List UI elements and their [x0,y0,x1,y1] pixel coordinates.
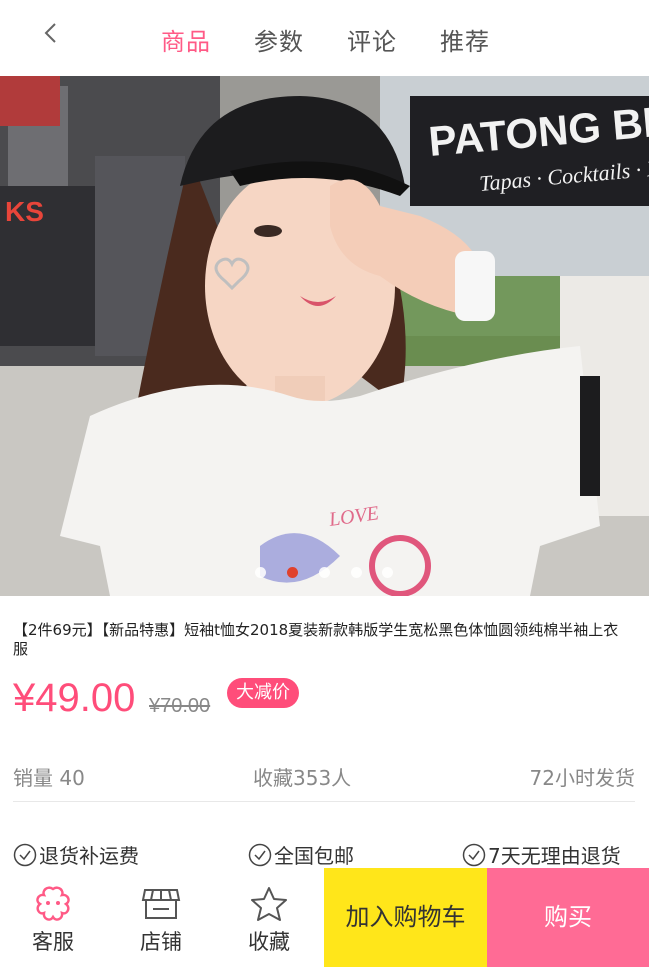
service-item: 退货补运费 [13,840,139,869]
check-circle-icon [13,843,37,866]
carousel-dots [0,567,649,583]
customer-service-button[interactable]: 客服 [13,868,93,967]
carousel-dot[interactable] [351,567,362,578]
current-price: ¥49.00 [13,676,136,720]
service-guarantees: 退货补运费 全国包邮 7天无理由退货 [13,840,635,870]
discount-badge: 大减价 [227,678,299,708]
service-item: 全国包邮 [248,840,354,869]
tab-params[interactable]: 参数 [254,22,304,57]
bottom-action-bar: 客服 店铺 收藏 加入购物车 购买 [0,868,649,967]
tab-reviews[interactable]: 评论 [347,22,397,57]
carousel-dot[interactable] [255,567,266,578]
buy-now-button[interactable]: 购买 [487,868,649,967]
shop-button[interactable]: 店铺 [121,868,201,967]
tab-recommend[interactable]: 推荐 [440,22,490,57]
product-photo: KS PATONG BEACH Tapas · Cocktails · M LO… [0,76,649,596]
service-label: 退货补运费 [39,844,139,868]
service-label: 全国包邮 [274,844,354,868]
carousel-dot-active[interactable] [287,567,298,578]
shipping-time: 72小时发货 [529,766,635,790]
sales-count: 销量 40 [13,766,85,790]
tab-product[interactable]: 商品 [161,22,211,57]
original-price: ¥70.00 [149,695,211,717]
tab-bar: 商品 参数 评论 推荐 [0,0,649,76]
favorites-count: 收藏353人 [253,766,352,790]
service-label: 7天无理由退货 [488,844,621,868]
service-item: 7天无理由退货 [462,840,621,869]
check-circle-icon [462,843,486,866]
product-image-carousel[interactable]: KS PATONG BEACH Tapas · Cocktails · M LO… [0,76,649,596]
product-stats: 销量 40 收藏353人 72小时发货 [13,762,635,792]
flower-face-icon [36,886,70,921]
divider [13,801,635,802]
left-sign-text: KS [5,196,44,227]
add-to-cart-button[interactable]: 加入购物车 [324,868,487,967]
shop-label: 店铺 [140,930,182,954]
carousel-dot[interactable] [382,567,393,578]
customer-service-label: 客服 [32,930,74,954]
collect-label: 收藏 [248,930,290,954]
check-circle-icon [248,843,272,866]
star-icon [251,887,287,921]
product-title: 【2件69元】【新品特惠】短袖t恤女2018夏装新款韩版学生宽松黑色体恤圆领纯棉… [13,621,619,658]
top-nav: 商品 参数 评论 推荐 [0,0,649,76]
store-icon [141,889,181,919]
carousel-dot[interactable] [319,567,330,578]
collect-button[interactable]: 收藏 [229,868,309,967]
